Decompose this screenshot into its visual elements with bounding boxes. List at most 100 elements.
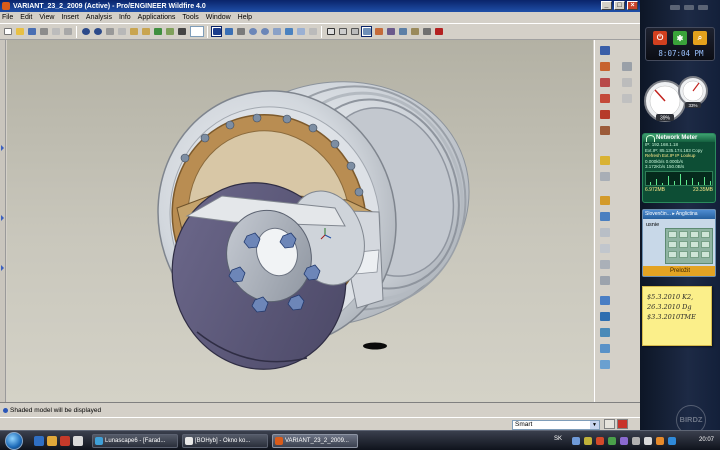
start-button[interactable] <box>5 432 23 450</box>
merge-tool-icon[interactable] <box>598 326 611 339</box>
print-button[interactable] <box>38 26 49 37</box>
draft-tool-icon[interactable] <box>598 258 611 271</box>
chevron-down-icon[interactable]: ▼ <box>590 421 599 429</box>
variable-sweep-icon[interactable] <box>598 226 611 239</box>
hidden-line-icon[interactable] <box>337 26 348 37</box>
save-button[interactable] <box>26 26 37 37</box>
open-file-button[interactable] <box>14 26 25 37</box>
sticky-note-gadget[interactable]: $5.3.2010 K2, 26.3.2010 Dg $3.3.2010TME <box>642 286 712 346</box>
zoom-out-icon[interactable] <box>259 26 270 37</box>
coordinate-system-tool-icon[interactable] <box>598 124 611 137</box>
power-icon[interactable]: ⏻ <box>653 31 667 45</box>
layers-icon[interactable] <box>307 26 318 37</box>
task-lunascape[interactable]: Lunascape6 - [Farad... <box>92 434 178 448</box>
quicklaunch-icon[interactable] <box>73 436 83 446</box>
tray-icon[interactable] <box>608 437 616 445</box>
datum-planes-icon[interactable] <box>373 26 384 37</box>
spin-center-icon[interactable] <box>223 26 234 37</box>
datum-axis-tool-icon[interactable] <box>620 60 633 73</box>
wireframe-icon[interactable] <box>325 26 336 37</box>
datum-points-icon[interactable] <box>397 26 408 37</box>
email-button[interactable] <box>50 26 61 37</box>
extrude-tool-icon[interactable] <box>598 194 611 207</box>
tray-icon[interactable] <box>572 437 580 445</box>
sketch-tool-icon[interactable] <box>598 44 611 57</box>
translator-languages[interactable]: Slovenčin... ▸ Anglictina <box>643 210 715 219</box>
explorer-icon[interactable] <box>47 436 57 446</box>
navigator-strip[interactable] <box>0 40 6 402</box>
expand-arrow-icon[interactable] <box>1 265 4 271</box>
acrobat-icon[interactable] <box>60 436 70 446</box>
new-file-button[interactable] <box>2 26 13 37</box>
expand-arrow-icon[interactable] <box>1 145 4 151</box>
sidebar-controls[interactable] <box>670 4 710 12</box>
copy-icon[interactable] <box>116 26 127 37</box>
translator-keyboard[interactable] <box>665 228 713 264</box>
rib-tool-icon[interactable] <box>598 242 611 255</box>
restart-icon[interactable]: ✱ <box>673 31 687 45</box>
saved-views-icon[interactable] <box>295 26 306 37</box>
lock-icon[interactable]: ⌕ <box>693 31 707 45</box>
round-tool-icon[interactable] <box>598 274 611 287</box>
datum-curve-tool-icon[interactable] <box>598 76 611 89</box>
regenerate-icon[interactable] <box>152 26 163 37</box>
refit-icon[interactable] <box>271 26 282 37</box>
help-context-icon[interactable] <box>433 26 444 37</box>
menu-file[interactable]: File <box>2 14 13 21</box>
volume-icon[interactable] <box>644 437 652 445</box>
orient-mode-icon[interactable] <box>235 26 246 37</box>
cut-icon[interactable] <box>104 26 115 37</box>
no-hidden-icon[interactable] <box>349 26 360 37</box>
graphics-window[interactable] <box>7 40 593 402</box>
minimize-button[interactable]: _ <box>601 1 612 10</box>
pattern-tool-icon[interactable] <box>598 294 611 307</box>
menu-help[interactable]: Help <box>238 14 252 21</box>
tray-icon[interactable] <box>584 437 592 445</box>
email-link-button[interactable] <box>62 26 73 37</box>
selection-filter-dropdown[interactable] <box>190 26 204 37</box>
trim-tool-icon[interactable] <box>598 342 611 355</box>
menu-edit[interactable]: Edit <box>20 14 32 21</box>
network-icon[interactable] <box>632 437 640 445</box>
tray-icon[interactable] <box>620 437 628 445</box>
reorient-icon[interactable] <box>283 26 294 37</box>
datum-axes-icon[interactable] <box>385 26 396 37</box>
show-desktop-icon[interactable] <box>34 436 44 446</box>
tray-icon[interactable] <box>596 437 604 445</box>
title-bar[interactable]: VARIANT_23_2_2009 (Active) - Pro/ENGINEE… <box>0 0 640 12</box>
undo-icon[interactable] <box>80 26 91 37</box>
task-proe[interactable]: VARIANT_23_2_2009... <box>272 434 358 448</box>
redo-icon[interactable] <box>92 26 103 37</box>
coordinate-systems-icon[interactable] <box>409 26 420 37</box>
taskbar-clock[interactable]: 20:07 <box>699 437 714 443</box>
wheel-brake-model[interactable] <box>7 40 593 402</box>
sketched-curve-icon[interactable] <box>598 92 611 105</box>
close-button[interactable]: × <box>627 1 638 10</box>
menu-info[interactable]: Info <box>119 14 131 21</box>
zoom-in-icon[interactable] <box>247 26 258 37</box>
menu-insert[interactable]: Insert <box>61 14 79 21</box>
maximize-button[interactable]: □ <box>614 1 625 10</box>
paste-icon[interactable] <box>128 26 139 37</box>
select-pointer-icon[interactable] <box>211 26 222 37</box>
datum-plane-tool-icon[interactable] <box>598 60 611 73</box>
shell-tool-icon[interactable] <box>598 170 611 183</box>
datum-point-tool-icon[interactable] <box>620 76 633 89</box>
translator-input[interactable]: usnie <box>646 222 659 228</box>
menu-view[interactable]: View <box>39 14 54 21</box>
menu-analysis[interactable]: Analysis <box>86 14 112 21</box>
paste-special-icon[interactable] <box>140 26 151 37</box>
translate-button[interactable]: Preložit <box>643 266 715 276</box>
annotation-display-icon[interactable] <box>421 26 432 37</box>
task-messenger[interactable]: [BOHyb] - Okno ko... <box>182 434 268 448</box>
find-icon[interactable] <box>176 26 187 37</box>
tray-icon[interactable] <box>656 437 664 445</box>
mirror-tool-icon[interactable] <box>598 310 611 323</box>
selection-filter-select[interactable]: Smart ▼ <box>512 420 600 430</box>
tray-icon[interactable] <box>668 437 676 445</box>
regen-manager-icon[interactable] <box>164 26 175 37</box>
hole-tool-icon[interactable] <box>598 154 611 167</box>
coordinate-system-tool-icon[interactable] <box>598 108 611 121</box>
extend-tool-icon[interactable] <box>598 358 611 371</box>
language-indicator[interactable]: SK <box>554 436 562 442</box>
